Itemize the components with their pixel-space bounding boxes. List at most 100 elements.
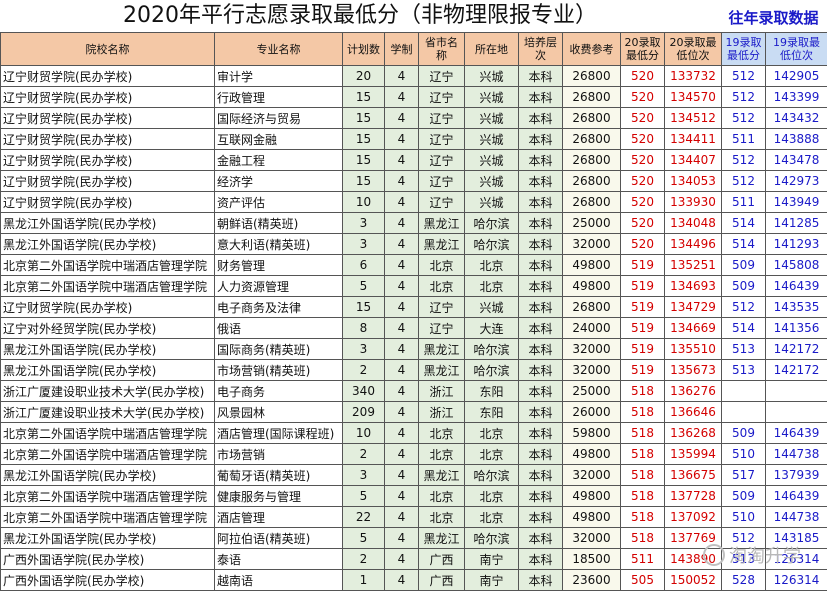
header-level: 培养层次: [519, 33, 563, 66]
cell-score-19: 512: [722, 87, 766, 108]
cell-score-19: 512: [722, 108, 766, 129]
cell-province: 辽宁: [419, 192, 465, 213]
cell-score-19: 513: [722, 360, 766, 381]
cell-province: 北京: [419, 486, 465, 507]
admission-table: 院校名称 专业名称 计划数 学制 省市名称 所在地 培养层次 收费参考 20录取…: [0, 32, 827, 591]
cell-rank-19: [766, 402, 827, 423]
cell-score-20: 518: [621, 381, 665, 402]
cell-level: 本科: [519, 570, 563, 591]
cell-score-20: 518: [621, 423, 665, 444]
cell-location: 东阳: [465, 402, 519, 423]
cell-duration: 4: [385, 66, 419, 87]
header-province: 省市名称: [419, 33, 465, 66]
cell-duration: 4: [385, 507, 419, 528]
cell-major: 酒店管理: [215, 507, 343, 528]
cell-major: 金融工程: [215, 150, 343, 171]
cell-major: 酒店管理(国际课程班): [215, 423, 343, 444]
cell-duration: 4: [385, 255, 419, 276]
table-row: 黑龙江外国语学院(民办学校)阿拉伯语(精英班)54黑龙江哈尔滨本科3200051…: [1, 528, 827, 549]
cell-score-20: 519: [621, 297, 665, 318]
page-title: 2020年平行志愿录取最低分（非物理限报专业）: [0, 0, 720, 32]
table-row: 辽宁财贸学院(民办学校)互联网金融154辽宁兴城本科26800520134411…: [1, 129, 827, 150]
cell-school: 辽宁财贸学院(民办学校): [1, 171, 215, 192]
cell-score-20: 518: [621, 444, 665, 465]
cell-score-19: 513: [722, 339, 766, 360]
prior-years-label: 往年录取数据: [720, 0, 827, 32]
cell-location: 北京: [465, 423, 519, 444]
cell-score-19: 512: [722, 66, 766, 87]
cell-fee: 32000: [563, 465, 621, 486]
cell-major: 互联网金融: [215, 129, 343, 150]
cell-level: 本科: [519, 444, 563, 465]
cell-score-19: 509: [722, 255, 766, 276]
cell-level: 本科: [519, 276, 563, 297]
cell-location: 南宁: [465, 570, 519, 591]
cell-fee: 26800: [563, 108, 621, 129]
cell-province: 黑龙江: [419, 360, 465, 381]
table-row: 北京第二外国语学院中瑞酒店管理学院酒店管理224北京北京本科4980051813…: [1, 507, 827, 528]
cell-school: 广西外国语学院(民办学校): [1, 549, 215, 570]
cell-fee: 24000: [563, 318, 621, 339]
cell-level: 本科: [519, 528, 563, 549]
cell-rank-20: 134048: [665, 213, 722, 234]
cell-duration: 4: [385, 402, 419, 423]
cell-score-20: 519: [621, 255, 665, 276]
cell-plan: 10: [343, 192, 385, 213]
cell-fee: 26800: [563, 150, 621, 171]
cell-rank-20: 136268: [665, 423, 722, 444]
cell-level: 本科: [519, 150, 563, 171]
cell-level: 本科: [519, 486, 563, 507]
cell-score-19: 513: [722, 549, 766, 570]
table-row: 北京第二外国语学院中瑞酒店管理学院市场营销24北京北京本科49800518135…: [1, 444, 827, 465]
cell-school: 辽宁财贸学院(民办学校): [1, 297, 215, 318]
cell-score-20: 520: [621, 192, 665, 213]
cell-fee: 25000: [563, 213, 621, 234]
table-row: 辽宁财贸学院(民办学校)国际经济与贸易154辽宁兴城本科268005201345…: [1, 108, 827, 129]
cell-rank-19: 143185: [766, 528, 827, 549]
cell-school: 辽宁财贸学院(民办学校): [1, 66, 215, 87]
cell-fee: 26800: [563, 87, 621, 108]
cell-duration: 4: [385, 339, 419, 360]
cell-level: 本科: [519, 87, 563, 108]
cell-score-20: 518: [621, 402, 665, 423]
cell-location: 哈尔滨: [465, 234, 519, 255]
cell-province: 黑龙江: [419, 213, 465, 234]
cell-school: 黑龙江外国语学院(民办学校): [1, 465, 215, 486]
cell-level: 本科: [519, 297, 563, 318]
cell-duration: 4: [385, 297, 419, 318]
cell-rank-20: 137769: [665, 528, 722, 549]
cell-rank-20: 135673: [665, 360, 722, 381]
cell-school: 黑龙江外国语学院(民办学校): [1, 213, 215, 234]
cell-rank-19: 137939: [766, 465, 827, 486]
cell-duration: 4: [385, 423, 419, 444]
table-row: 辽宁财贸学院(民办学校)行政管理154辽宁兴城本科268005201345705…: [1, 87, 827, 108]
table-row: 北京第二外国语学院中瑞酒店管理学院健康服务与管理54北京北京本科49800518…: [1, 486, 827, 507]
cell-rank-20: 137092: [665, 507, 722, 528]
cell-score-19: 514: [722, 213, 766, 234]
cell-level: 本科: [519, 192, 563, 213]
cell-score-20: 518: [621, 528, 665, 549]
cell-school: 辽宁财贸学院(民办学校): [1, 192, 215, 213]
cell-rank-19: 146439: [766, 486, 827, 507]
cell-level: 本科: [519, 507, 563, 528]
cell-level: 本科: [519, 129, 563, 150]
cell-rank-20: 134669: [665, 318, 722, 339]
header-duration: 学制: [385, 33, 419, 66]
cell-province: 北京: [419, 276, 465, 297]
cell-plan: 3: [343, 465, 385, 486]
table-row: 北京第二外国语学院中瑞酒店管理学院财务管理64北京北京本科49800519135…: [1, 255, 827, 276]
cell-duration: 4: [385, 108, 419, 129]
cell-major: 行政管理: [215, 87, 343, 108]
cell-rank-20: 137728: [665, 486, 722, 507]
cell-location: 北京: [465, 276, 519, 297]
cell-duration: 4: [385, 318, 419, 339]
cell-fee: 32000: [563, 234, 621, 255]
cell-rank-20: 143890: [665, 549, 722, 570]
cell-school: 北京第二外国语学院中瑞酒店管理学院: [1, 444, 215, 465]
cell-location: 兴城: [465, 129, 519, 150]
cell-major: 经济学: [215, 171, 343, 192]
cell-school: 北京第二外国语学院中瑞酒店管理学院: [1, 423, 215, 444]
cell-school: 北京第二外国语学院中瑞酒店管理学院: [1, 507, 215, 528]
cell-province: 辽宁: [419, 171, 465, 192]
cell-plan: 15: [343, 87, 385, 108]
